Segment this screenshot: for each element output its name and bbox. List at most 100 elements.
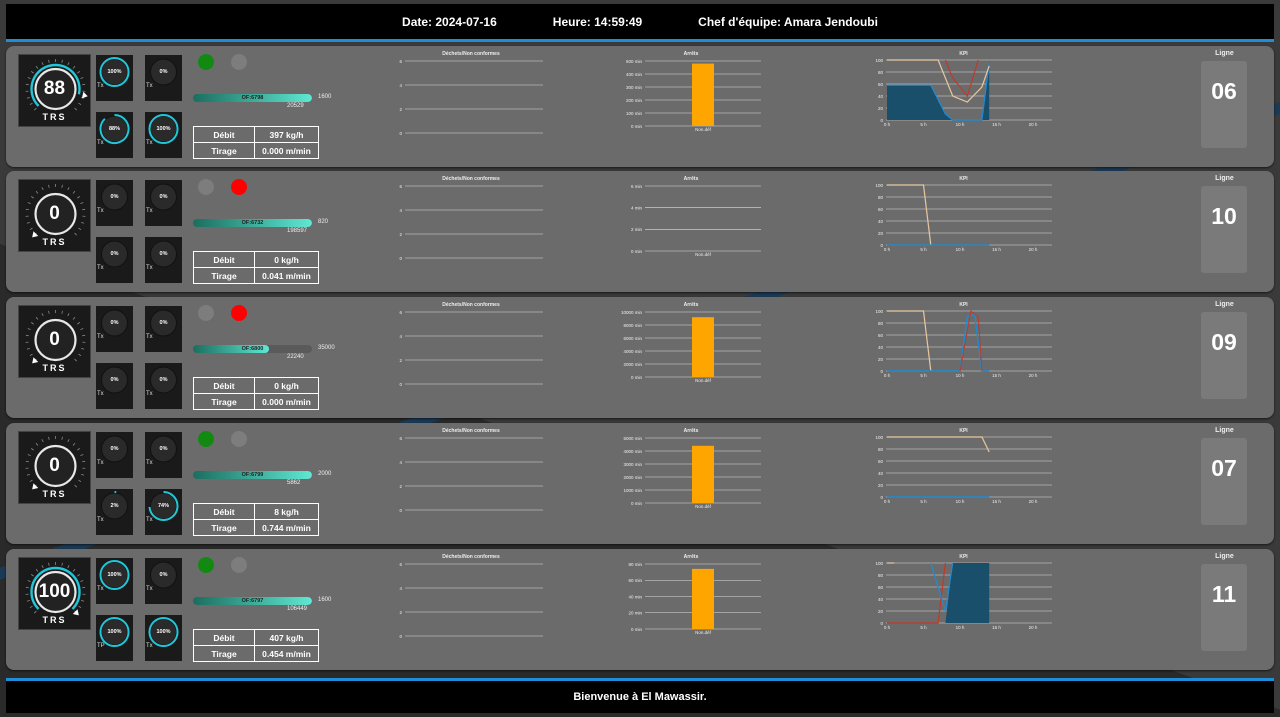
of-target: 820 <box>318 219 329 225</box>
of-number: OF:6797 <box>241 598 264 604</box>
kpi-line <box>887 310 932 372</box>
kpi-x-tick: 10 h <box>956 499 965 504</box>
gauge-tick <box>61 310 63 314</box>
kpi-x-tick: 20 h <box>1029 625 1038 630</box>
trs-label: TRS <box>42 489 67 499</box>
arrets-tick: 2 min <box>631 227 643 232</box>
mini-gauge-dial <box>101 183 128 211</box>
footer-bar: Bienvenue à El Mawassir. <box>6 678 1274 713</box>
mini-gauge: 0% Tx <box>145 306 182 352</box>
mini-gauge-label: Tx <box>97 391 104 397</box>
kpi-y-tick: 80 <box>878 70 884 75</box>
mini-gauge-dial <box>148 491 179 521</box>
mini-gauge-dial <box>150 309 177 337</box>
dechets-tick: 4 <box>399 83 402 88</box>
kpi-x-tick: 0 h <box>884 625 891 630</box>
info-row-debit: Débit 397 kg/h <box>193 126 319 143</box>
status-light <box>198 557 214 573</box>
mini-gauge-dial <box>99 57 130 87</box>
mini-gauge-label: Tx <box>97 208 104 214</box>
mini-gauge: 0% Tx <box>96 306 133 352</box>
dechets-tick: 0 <box>399 256 402 261</box>
mini-gauge-dial <box>150 435 177 463</box>
kpi-x-tick: 0 h <box>884 122 891 127</box>
dechets-tick: 2 <box>399 107 402 112</box>
kpi-x-tick: 10 h <box>956 122 965 127</box>
arrets-tick: 1000 min <box>623 488 642 493</box>
mini-gauge: 0% Tx <box>145 363 182 409</box>
arrets-tick: 60 min <box>628 578 642 583</box>
kpi-y-tick: 20 <box>878 483 884 488</box>
kpi-area <box>887 60 990 120</box>
gauge-tick <box>72 568 76 572</box>
of-quantity: 20529 <box>287 103 304 109</box>
arrets-tick: 300 min <box>626 85 643 90</box>
tirage-value: 0.454 m/min <box>254 645 319 662</box>
debit-label: Débit <box>193 251 255 268</box>
info-row-tirage: Tirage 0.454 m/min <box>193 645 319 662</box>
kpi-plot: 1008060402000 h5 h 10 h 15 h 20 h <box>875 561 1052 630</box>
debit-value: 0 kg/h <box>254 251 319 268</box>
debit-value: 397 kg/h <box>254 126 319 143</box>
header-bar: Date: 2024-07-16 Heure: 14:59:49 Chef d'… <box>6 4 1274 42</box>
gauge-tick <box>30 448 34 451</box>
debit-value: 0 kg/h <box>254 377 319 394</box>
arrets-tick: 4000 min <box>623 449 642 454</box>
mini-gauge-dial <box>99 560 130 590</box>
kpi-line <box>887 184 932 246</box>
info-row-debit: Débit 8 kg/h <box>193 503 319 520</box>
arrets-tick: 0 min <box>631 501 643 506</box>
kpi-y-tick: 60 <box>878 585 884 590</box>
kpi-chart: KPI 100 80 60 40 20 0 0 h5 h 10 h 15 h 20 h <box>871 428 1056 513</box>
mini-gauge: 100% Tx <box>96 558 133 604</box>
mini-gauge-value: 0% <box>110 320 119 326</box>
line-row: 0 TRS 0% Tx 0% Tx 0% Tx 0% Tx OF:6732 820 198597 Débi… <box>6 171 1274 292</box>
arrets-tick: 10000 min <box>621 310 643 315</box>
kpi-plot: 1008060402000 h5 h 10 h 15 h 20 h <box>875 435 1052 504</box>
arrets-tick: 4000 min <box>623 349 642 354</box>
mini-gauge-label: Tx <box>146 265 153 271</box>
kpi-y-tick: 40 <box>878 219 884 224</box>
status-light <box>231 431 247 447</box>
gauge-tick <box>78 102 82 106</box>
kpi-y-tick: 80 <box>878 321 884 326</box>
mini-gauge: 0% Tx <box>145 55 182 101</box>
mini-gauge: 0% Tx <box>145 432 182 478</box>
mini-gauge-label: Tx <box>97 334 104 340</box>
arrets-bar <box>692 445 714 503</box>
dechets-plot: 6 4 2 0 <box>399 562 543 639</box>
mini-gauge: 100% Tx <box>145 112 182 158</box>
ligne-label: Ligne <box>1215 175 1234 182</box>
dechets-plot: 6 4 2 0 <box>399 59 543 136</box>
gauge-tick <box>34 610 37 614</box>
arrets-tick: 4 min <box>631 205 643 210</box>
ligne-label: Ligne <box>1215 427 1234 434</box>
mini-gauge-dial <box>150 183 177 211</box>
status-light <box>198 431 214 447</box>
dechets-tick: 2 <box>399 610 402 615</box>
kpi-y-tick: 80 <box>878 195 884 200</box>
mini-gauge-value: 0% <box>159 320 168 326</box>
mini-gauge: 0% Tx <box>96 363 133 409</box>
arrets-category: Non.déf <box>695 630 712 635</box>
mini-gauge-label: Tx <box>146 643 153 649</box>
mini-gauge-label: Tx <box>97 460 104 466</box>
info-row-debit: Débit 0 kg/h <box>193 251 319 268</box>
mini-gauge: 74% Tx <box>145 489 182 535</box>
debit-label: Débit <box>193 629 255 646</box>
dechets-tick: 4 <box>399 586 402 591</box>
info-table: Débit 397 kg/h Tirage 0.000 m/min <box>193 126 319 159</box>
gauge-tick <box>29 605 33 609</box>
dechets-tick: 6 <box>399 184 402 189</box>
mini-gauge: 0% Tx <box>96 180 133 226</box>
mini-gauge-value: 100% <box>156 126 171 132</box>
gauge-tick <box>30 196 34 199</box>
dechets-tick: 6 <box>399 59 402 64</box>
gauge-tick <box>30 322 34 325</box>
gauge-tick <box>29 102 33 106</box>
ligne-number: 11 <box>1211 581 1237 607</box>
kpi-y-tick: 60 <box>878 82 884 87</box>
tirage-label: Tirage <box>193 645 255 662</box>
kpi-x-tick: 10 h <box>956 373 965 378</box>
kpi-y-tick: 80 <box>878 573 884 578</box>
